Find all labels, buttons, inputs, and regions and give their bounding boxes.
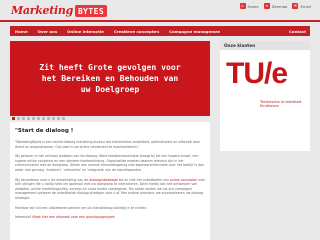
email-icon: ✉ — [292, 3, 299, 9]
tue-mark: TU/e — [226, 57, 288, 90]
slider-dot[interactable] — [52, 117, 55, 120]
slider-dot[interactable] — [27, 117, 30, 120]
site-logo[interactable]: Marketing BYTES — [11, 4, 108, 17]
nav-contact[interactable]: Contact — [289, 29, 306, 34]
slider-dot[interactable] — [62, 117, 65, 120]
slider-dot[interactable] — [37, 117, 40, 120]
toplink-email[interactable]: ✉ Email — [292, 3, 311, 9]
slider-dot[interactable] — [42, 117, 45, 120]
nav-home[interactable]: Home — [15, 29, 28, 34]
toplink-email-label: Email — [300, 3, 311, 9]
clients-title: Onze klanten — [220, 41, 310, 50]
toplink-home-label: Home — [247, 3, 259, 9]
top-links: ⌂ Home ≡ Sitemap ✉ Email — [239, 3, 311, 9]
logo-text: Marketing — [11, 4, 73, 17]
toplink-sitemap-label: Sitemap — [271, 3, 288, 9]
nav-campagne-management[interactable]: Campagne management — [169, 29, 222, 34]
tue-subtitle-line2: Eindhoven — [260, 104, 279, 109]
intro-paragraph: "MarketingBytes is een online dialoog ma… — [15, 140, 201, 149]
link-dialoog[interactable]: dialooginbetalage — [89, 178, 118, 182]
paragraph-2: Wij geloven in het centraal plaatsen van… — [15, 154, 204, 172]
slider-dot[interactable] — [47, 117, 50, 120]
toplink-home[interactable]: ⌂ Home — [239, 3, 259, 9]
nav-online-interactie[interactable]: Online interactie — [67, 29, 104, 34]
page-heading: "Start de dialoog ! — [15, 128, 74, 134]
main-content: "Start de dialoog ! "MarketingBytes is e… — [10, 122, 210, 240]
slider-dot[interactable] — [12, 117, 15, 120]
toplink-sitemap[interactable]: ≡ Sitemap — [263, 3, 288, 9]
nav-creatieve-concepten[interactable]: Creatieve concepten — [114, 29, 159, 34]
home-icon: ⌂ — [239, 3, 246, 9]
link-online-concepten[interactable]: online concepten — [170, 178, 197, 182]
cta-line: Interesse? Maak hier een afspraak voor e… — [15, 215, 205, 219]
banner-line-3: uw Doelgroep — [80, 84, 140, 94]
cta-text: Interesse? — [15, 215, 33, 220]
nav-over-ons[interactable]: Over ons — [38, 29, 58, 34]
slider-dot[interactable] — [57, 117, 60, 120]
sitemap-icon: ≡ — [263, 3, 270, 9]
slider-dot[interactable] — [22, 117, 25, 120]
paragraph-4: Hierdoor zijn wij een uitstekende partne… — [15, 205, 148, 210]
slider-dot[interactable] — [32, 117, 35, 120]
p3-text-b: tot en met het ontwikkelen van — [117, 177, 170, 182]
header-divider — [0, 20, 320, 22]
hero-banner[interactable]: Zit heeft Grote gevolgen voor het Bereik… — [10, 41, 210, 116]
logo-bytes-badge: BYTES — [74, 4, 108, 17]
slider-dot[interactable] — [17, 117, 20, 120]
banner-line-1: Zit heeft Grote gevolgen voor — [39, 62, 181, 72]
tue-subtitle: Technische Universiteit Eindhoven — [260, 100, 301, 108]
clients-panel: Onze klanten TU/e Technische Universitei… — [220, 41, 310, 151]
cta-link[interactable]: Maak hier een afspraak voor een quantiqu… — [32, 215, 114, 219]
banner-line-2: het Bereiken en Behouden van — [41, 73, 179, 83]
main-nav: Home Over ons Online interactie Creatiev… — [10, 26, 222, 36]
client-logo-tue[interactable]: TU/e Technische Universiteit Eindhoven — [226, 59, 304, 119]
slider-pagination — [10, 116, 210, 121]
p3-text-a: Wij bevorderen voor u de ontwikkeling va… — [15, 177, 90, 182]
main-nav-right: Contact — [220, 26, 310, 36]
paragraph-3: Wij bevorderen voor u de ontwikkeling va… — [15, 178, 205, 201]
